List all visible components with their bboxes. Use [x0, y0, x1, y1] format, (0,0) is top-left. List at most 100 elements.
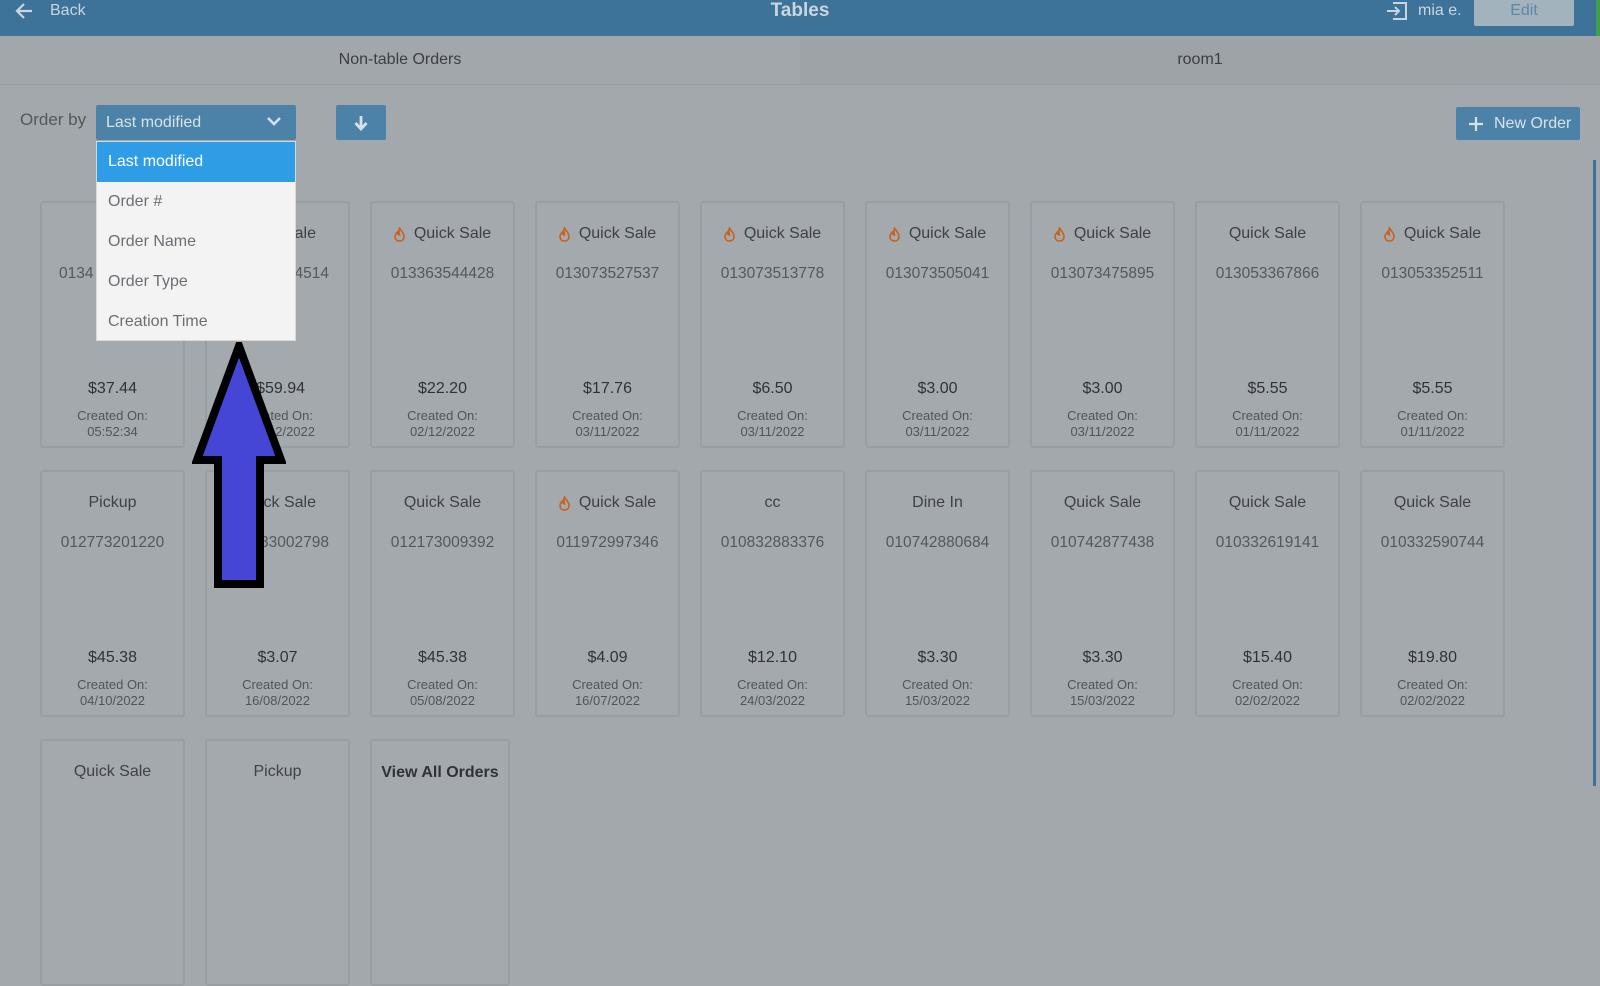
order-by-select[interactable]: Last modified — [96, 105, 296, 140]
order-number: 013073513778 — [720, 265, 825, 282]
order-type: Quick Sale — [73, 763, 152, 780]
order-type: Quick Sale — [702, 225, 843, 243]
order-card[interactable]: Quick Sale 013073475895 $3.00 Created On… — [1030, 201, 1175, 448]
sort-option-last-modified[interactable]: Last modified — [97, 142, 295, 182]
order-type: Quick Sale — [1032, 225, 1173, 243]
created-label: Created On: — [407, 677, 478, 692]
order-type: Quick Sale — [867, 225, 1008, 243]
order-card[interactable]: Quick Sale 013363544428 $22.20 Created O… — [370, 201, 515, 448]
created-label: Created On: — [1067, 408, 1138, 423]
order-total: $12.10 — [748, 649, 797, 666]
created-label: Created On: — [737, 408, 808, 423]
tab-room1[interactable]: room1 — [800, 36, 1600, 84]
sort-option-order-name[interactable]: Order Name — [97, 222, 295, 262]
order-total: $3.00 — [917, 380, 958, 397]
order-total: $45.38 — [418, 649, 467, 666]
order-total: $22.20 — [418, 380, 467, 397]
order-number: 013073527537 — [555, 265, 660, 282]
user-menu[interactable]: mia e. — [1386, 0, 1462, 22]
created-label: Created On: — [1067, 677, 1138, 692]
flame-icon — [1384, 226, 1395, 242]
order-type: Quick Sale — [537, 225, 678, 243]
scrollbar[interactable] — [1593, 160, 1596, 786]
created-label: Created On: — [902, 408, 973, 423]
flame-icon — [724, 226, 735, 242]
order-card[interactable]: Quick Sale 013053352511 $5.55 Created On… — [1360, 201, 1505, 448]
sort-direction-button[interactable] — [336, 105, 386, 140]
created-label: Created On: — [77, 677, 148, 692]
sort-option-creation-time[interactable]: Creation Time — [97, 302, 295, 342]
created-date: 02/02/2022 — [1399, 693, 1466, 708]
order-type: Quick Sale — [372, 225, 513, 243]
created-label: Created On: — [1232, 408, 1303, 423]
order-card[interactable]: Quick Sale — [40, 739, 185, 986]
order-number: 011972997346 — [556, 534, 659, 551]
order-number: 013073505041 — [885, 265, 990, 282]
new-order-button[interactable]: New Order — [1456, 107, 1580, 140]
sort-option-order-type[interactable]: Order Type — [97, 262, 295, 302]
order-number: 013053367866 — [1215, 265, 1320, 282]
order-card[interactable]: Quick Sale 010332619141 $15.40 Created O… — [1195, 470, 1340, 717]
created-label: Created On: — [902, 677, 973, 692]
created-date: 01/11/2022 — [1235, 424, 1300, 439]
order-total: $15.40 — [1243, 649, 1292, 666]
order-card[interactable]: Quick Sale 010332590744 $19.80 Created O… — [1360, 470, 1505, 717]
order-type: Pickup — [253, 763, 302, 780]
order-type: Dine In — [912, 494, 963, 511]
created-date: 03/11/2022 — [1070, 424, 1135, 439]
order-type: Quick Sale — [1063, 494, 1142, 511]
order-card[interactable]: Pickup — [205, 739, 350, 986]
order-card[interactable]: Quick Sale 010742877438 $3.30 Created On… — [1030, 470, 1175, 717]
created-label: Created On: — [1397, 677, 1468, 692]
created-label: Created On: — [407, 408, 478, 423]
order-card[interactable]: Pickup 012773201220 $45.38 Created On: 0… — [40, 470, 185, 717]
created-label: Created On: — [242, 677, 313, 692]
order-total: $6.50 — [752, 380, 793, 397]
order-number: 013053352511 — [1381, 265, 1484, 282]
order-number: 010742877438 — [1050, 534, 1155, 551]
edit-button[interactable]: Edit — [1474, 0, 1574, 26]
order-card[interactable]: Quick Sale 013073527537 $17.76 Created O… — [535, 201, 680, 448]
order-card[interactable]: Quick Sale 011972997346 $4.09 Created On… — [535, 470, 680, 717]
order-total: $37.44 — [88, 380, 137, 397]
top-bar: Back Tables mia e. Edit — [0, 0, 1600, 36]
order-number: 013073475895 — [1050, 265, 1155, 282]
flame-icon — [559, 226, 570, 242]
sort-option-order-number[interactable]: Order # — [97, 182, 295, 222]
order-type: cc — [764, 494, 781, 511]
order-total: $3.00 — [1082, 380, 1123, 397]
flame-icon — [1054, 226, 1065, 242]
new-order-label: New Order — [1494, 114, 1572, 132]
order-card[interactable]: Quick Sale 013053367866 $5.55 Created On… — [1195, 201, 1340, 448]
view-all-orders-card[interactable]: View All Orders — [370, 739, 510, 986]
created-label: Created On: — [1232, 677, 1303, 692]
order-by-value: Last modified — [106, 113, 202, 131]
order-total: $3.30 — [917, 649, 958, 666]
tab-bar: Non-table Orders room1 — [0, 36, 1600, 85]
tab-non-table-orders[interactable]: Non-table Orders — [0, 36, 800, 84]
created-date: 15/03/2022 — [904, 693, 971, 708]
order-card[interactable]: Dine In 010742880684 $3.30 Created On: 1… — [865, 470, 1010, 717]
order-card[interactable]: Quick Sale 012173009392 $45.38 Created O… — [370, 470, 515, 717]
order-type: Quick Sale — [1393, 494, 1472, 511]
order-number: 010742880684 — [885, 534, 990, 551]
view-all-label: View All Orders — [381, 764, 499, 781]
order-total: $4.09 — [587, 649, 628, 666]
order-total: $3.07 — [257, 649, 298, 666]
order-card[interactable]: cc 010832883376 $12.10 Created On: 24/03… — [700, 470, 845, 717]
sort-dropdown: Last modified Order # Order Name Order T… — [96, 141, 296, 341]
created-date: 02/12/2022 — [409, 424, 476, 439]
order-by-label: Order by — [20, 110, 87, 129]
created-label: Created On: — [572, 677, 643, 692]
created-date: 04/10/2022 — [79, 693, 146, 708]
order-card[interactable]: Quick Sale 013073505041 $3.00 Created On… — [865, 201, 1010, 448]
created-date: 05:52:34 — [87, 424, 138, 439]
created-date: 24/03/2022 — [739, 693, 806, 708]
page-title: Tables — [770, 0, 830, 21]
order-total: $3.30 — [1082, 649, 1123, 666]
created-date: 05/08/2022 — [409, 693, 476, 708]
order-card[interactable]: Quick Sale 013073513778 $6.50 Created On… — [700, 201, 845, 448]
order-type: Quick Sale — [1228, 494, 1307, 511]
order-total: $5.55 — [1247, 380, 1288, 397]
sign-in-icon — [1387, 2, 1407, 20]
